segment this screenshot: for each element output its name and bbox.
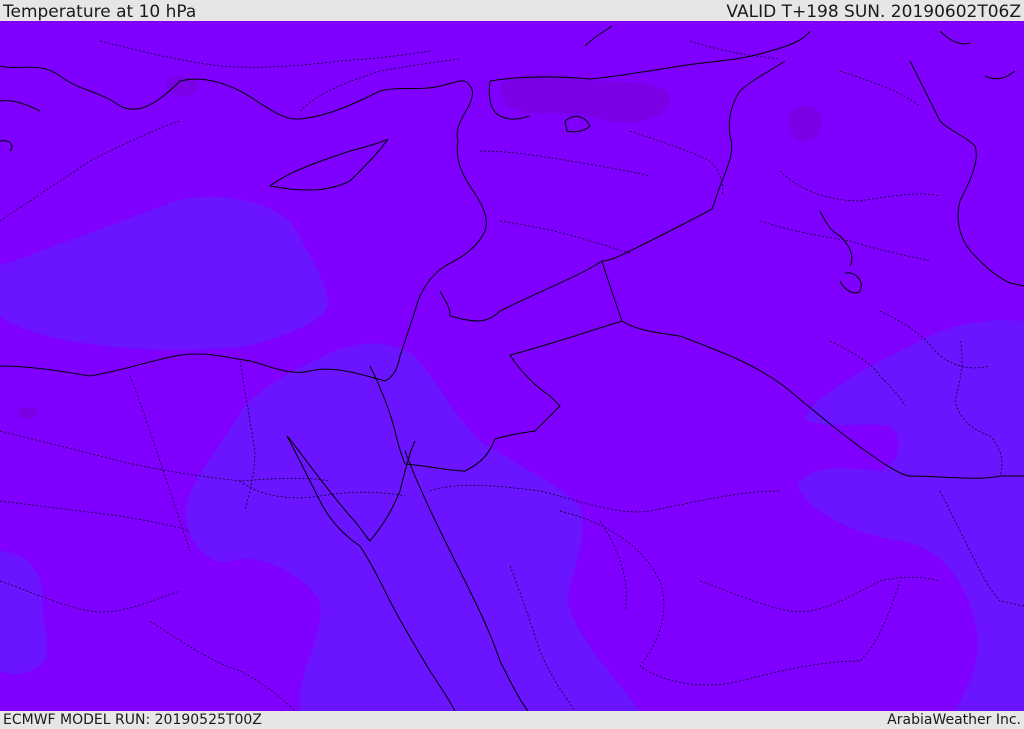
warm-spot-libya (17, 407, 37, 419)
header-bar: Temperature at 10 hPa VALID T+198 SUN. 2… (0, 0, 1024, 21)
valid-time: VALID T+198 SUN. 20190602T06Z (726, 2, 1021, 22)
model-run-label: ECMWF MODEL RUN: 20190525T00Z (3, 712, 262, 728)
credit-label: ArabiaWeather Inc. (887, 712, 1021, 728)
weather-map[interactable] (0, 21, 1024, 711)
map-title: Temperature at 10 hPa (3, 2, 197, 22)
map-canvas (0, 21, 1024, 711)
warm-spot-iran (788, 105, 822, 141)
